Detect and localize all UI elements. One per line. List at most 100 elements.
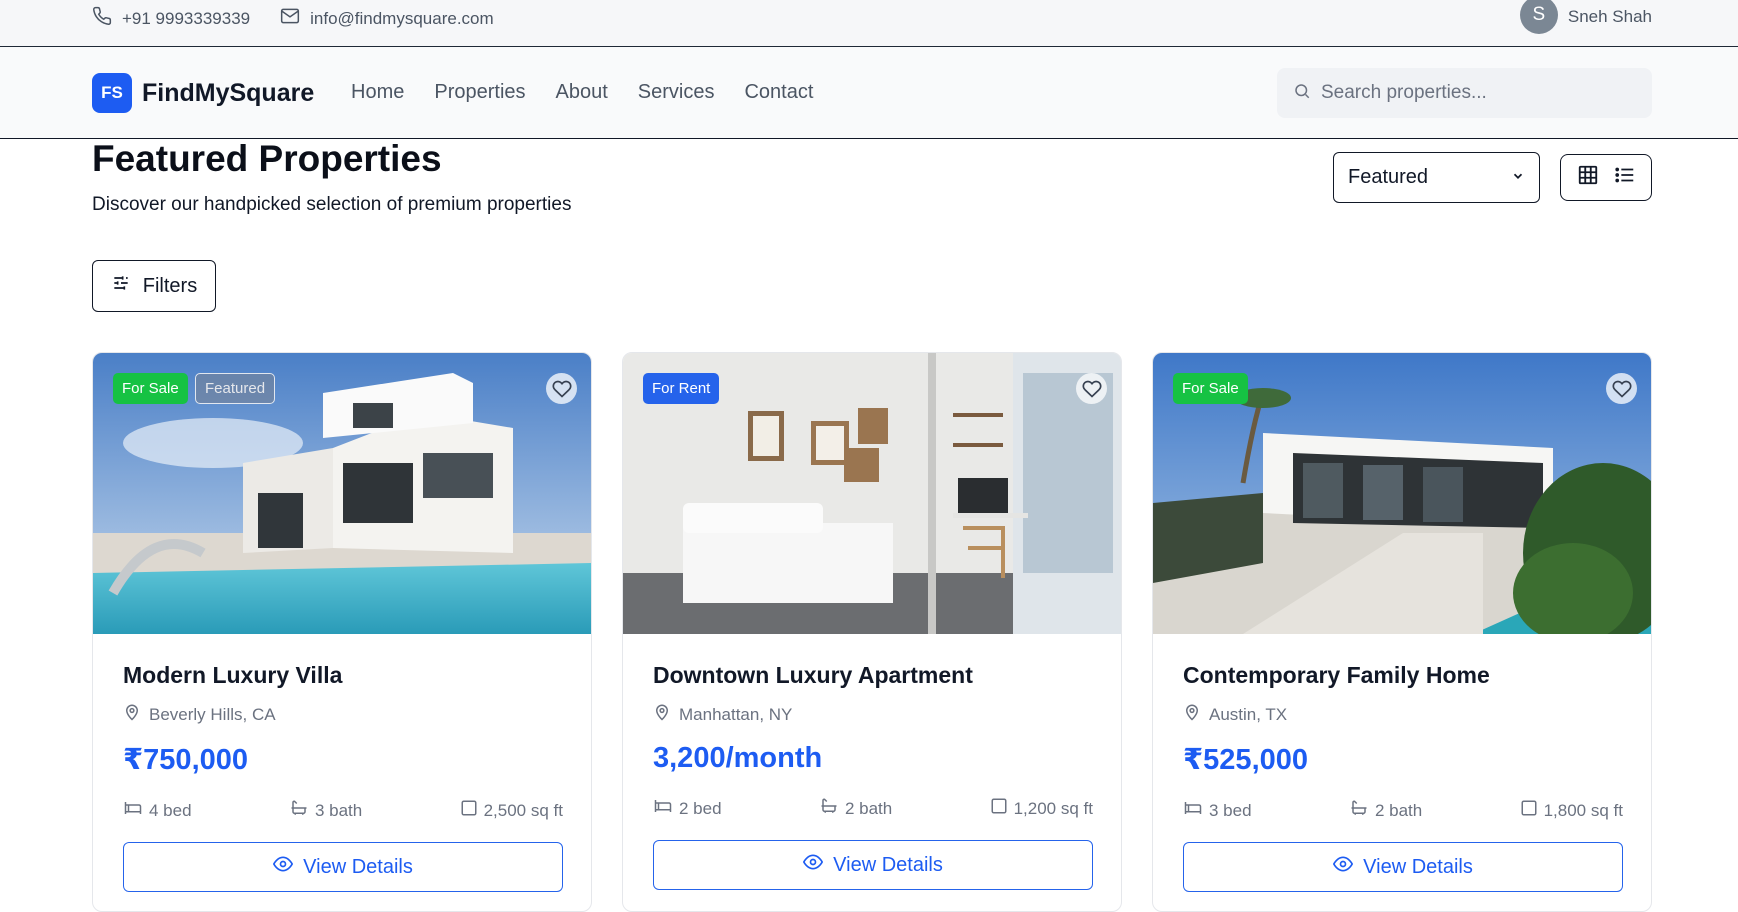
beds-text: 4 bed	[149, 800, 192, 820]
property-title[interactable]: Contemporary Family Home	[1183, 662, 1623, 689]
chevron-down-icon	[1511, 166, 1525, 189]
area-text: 1,200 sq ft	[1013, 798, 1093, 818]
bed-icon	[123, 799, 143, 822]
status-badge: For Sale	[113, 373, 188, 404]
grid-view-icon[interactable]	[1577, 164, 1599, 191]
search-box	[1277, 68, 1652, 118]
property-card: For Rent Downtown Luxury Apartment Manha…	[622, 352, 1122, 912]
view-details-label: View Details	[833, 853, 943, 876]
map-pin-icon	[123, 703, 141, 726]
bath-icon	[289, 799, 309, 822]
square-icon	[1520, 799, 1538, 822]
filters-button[interactable]: Filters	[92, 260, 216, 312]
heart-icon	[1612, 379, 1632, 399]
phone-icon	[92, 6, 112, 31]
favorite-button[interactable]	[1076, 373, 1107, 404]
property-body: Modern Luxury Villa Beverly Hills, CA ₹7…	[123, 634, 563, 892]
beds-stat: 2 bed	[653, 797, 722, 820]
featured-badge: Featured	[195, 373, 276, 404]
property-stats: 4 bed 3 bath 2,500 sq ft	[123, 799, 563, 822]
property-location: Austin, TX	[1183, 703, 1623, 726]
square-icon	[990, 797, 1008, 820]
bed-icon	[1183, 799, 1203, 822]
property-title[interactable]: Downtown Luxury Apartment	[653, 662, 1093, 689]
nav-item-services[interactable]: Services	[638, 81, 715, 104]
favorite-button[interactable]	[1606, 373, 1637, 404]
mail-icon	[280, 6, 300, 31]
filters-label: Filters	[142, 274, 198, 297]
user-menu[interactable]: S Sneh Shah	[1519, 0, 1652, 34]
brand-logo-link[interactable]: FS FindMySquare	[92, 73, 314, 113]
property-card: For Sale Contemporary Family Home Austin…	[1152, 352, 1652, 912]
status-badge: For Rent	[643, 373, 720, 404]
phone-number: +91 9993339339	[122, 8, 251, 28]
user-name: Sneh Shah	[1567, 7, 1652, 26]
status-badge: For Sale	[1173, 373, 1248, 404]
view-details-button[interactable]: View Details	[1183, 842, 1623, 892]
baths-stat: 2 bath	[1349, 799, 1422, 822]
eye-icon	[1333, 854, 1354, 880]
beds-stat: 3 bed	[1183, 799, 1252, 822]
area-stat: 1,800 sq ft	[1520, 799, 1623, 822]
map-pin-icon	[1183, 703, 1201, 726]
nav-item-contact[interactable]: Contact	[744, 81, 813, 104]
eye-icon	[273, 854, 294, 880]
favorite-button[interactable]	[546, 373, 577, 404]
property-body: Contemporary Family Home Austin, TX ₹525…	[1183, 634, 1623, 892]
property-title[interactable]: Modern Luxury Villa	[123, 662, 563, 689]
phone-contact[interactable]: +91 9993339339	[92, 6, 250, 31]
property-price: ₹525,000	[1183, 744, 1309, 776]
view-toggle	[1560, 154, 1652, 201]
sort-select[interactable]: Featured	[1333, 152, 1540, 203]
nav-item-home[interactable]: Home	[351, 81, 404, 104]
bath-icon	[819, 797, 839, 820]
eye-icon	[803, 852, 824, 878]
property-location: Manhattan, NY	[653, 703, 1093, 726]
area-text: 1,800 sq ft	[1543, 800, 1623, 820]
bed-icon	[653, 797, 673, 820]
heart-icon	[552, 379, 572, 399]
baths-text: 2 bath	[844, 798, 893, 818]
view-details-label: View Details	[303, 855, 413, 878]
bath-icon	[1349, 799, 1369, 822]
map-pin-icon	[653, 703, 671, 726]
search-input[interactable]	[1321, 82, 1621, 104]
brand-logo: FS	[92, 73, 132, 113]
property-card: For Sale Featured Modern Luxury Villa Be…	[92, 352, 592, 912]
view-details-button[interactable]: View Details	[123, 842, 563, 892]
avatar: S	[1519, 0, 1558, 34]
page-title: Featured Properties	[92, 138, 442, 179]
search-icon	[1293, 82, 1311, 105]
sliders-icon	[111, 273, 131, 299]
property-photo: For Sale Featured	[93, 353, 591, 634]
nav-item-about[interactable]: About	[556, 81, 608, 104]
sort-selected-value: Featured	[1348, 166, 1429, 188]
list-view-icon[interactable]	[1614, 164, 1636, 191]
top-bar: +91 9993339339 info@findmysquare.com S S…	[0, 0, 1738, 47]
square-icon	[460, 799, 478, 822]
view-details-button[interactable]: View Details	[653, 840, 1093, 890]
baths-text: 2 bath	[1374, 800, 1423, 820]
property-body: Downtown Luxury Apartment Manhattan, NY …	[653, 634, 1093, 890]
nav-item-properties[interactable]: Properties	[434, 81, 525, 104]
location-text: Manhattan, NY	[679, 704, 793, 724]
baths-stat: 3 bath	[289, 799, 362, 822]
page-subtitle: Discover our handpicked selection of pre…	[92, 194, 572, 215]
baths-stat: 2 bath	[819, 797, 892, 820]
property-photo: For Sale	[1153, 353, 1651, 634]
location-text: Austin, TX	[1209, 704, 1288, 724]
area-text: 2,500 sq ft	[483, 800, 563, 820]
beds-text: 2 bed	[679, 798, 722, 818]
location-text: Beverly Hills, CA	[149, 704, 276, 724]
area-stat: 2,500 sq ft	[460, 799, 563, 822]
beds-stat: 4 bed	[123, 799, 192, 822]
area-stat: 1,200 sq ft	[990, 797, 1093, 820]
beds-text: 3 bed	[1209, 800, 1252, 820]
view-details-label: View Details	[1363, 855, 1473, 878]
contact-info: +91 9993339339 info@findmysquare.com	[92, 6, 494, 31]
property-price: ₹750,000	[123, 744, 249, 776]
baths-text: 3 bath	[314, 800, 363, 820]
property-stats: 3 bed 2 bath 1,800 sq ft	[1183, 799, 1623, 822]
heart-icon	[1082, 379, 1102, 399]
email-contact[interactable]: info@findmysquare.com	[280, 6, 494, 31]
